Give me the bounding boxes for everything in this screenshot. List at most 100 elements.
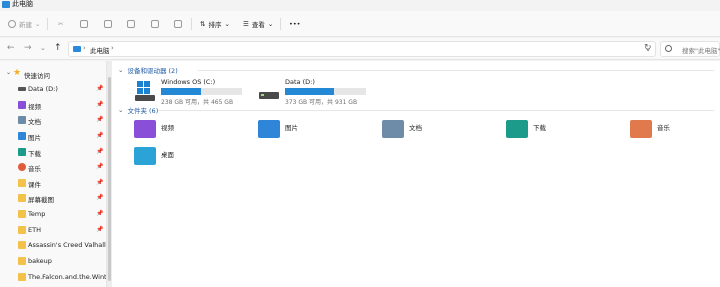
new-button[interactable]: 新建 ⌄	[8, 18, 40, 30]
back-button[interactable]: ←	[7, 43, 15, 54]
folders-header-label: 文件夹 (6)	[127, 107, 159, 115]
more-icon: •••	[289, 20, 301, 28]
this-pc-icon	[2, 1, 10, 8]
sort-button[interactable]: ⇅ 排序 ⌄	[200, 18, 230, 30]
pin-icon: 📌	[96, 148, 104, 155]
sidebar-item-label: The.Falcon.and.the.Winter.S	[28, 273, 107, 281]
up-button[interactable]: ↑	[54, 43, 62, 54]
chevron-right-icon: ›	[83, 44, 86, 52]
folder-icon	[18, 194, 26, 202]
this-pc-icon	[73, 46, 81, 52]
folder-desktop[interactable]: 桌面	[134, 147, 254, 171]
documents-folder-icon	[382, 120, 404, 138]
drive-space-info: 238 GB 可用，共 465 GB	[161, 99, 234, 106]
copy-icon	[80, 20, 88, 28]
view-label: 查看	[251, 21, 265, 29]
pin-icon: 📌	[96, 194, 104, 201]
folder-icon	[18, 257, 26, 265]
sidebar-item-label: ETH	[28, 226, 41, 234]
sidebar-item-label: 音乐	[28, 165, 41, 173]
chevron-down-icon[interactable]: ⌄	[6, 69, 11, 76]
sidebar-item-temp[interactable]: Temp 📌	[0, 207, 104, 221]
chevron-down-icon: ⌄	[224, 20, 230, 28]
folder-icon	[18, 179, 26, 187]
view-button[interactable]: ☰ 查看 ⌄	[243, 18, 273, 30]
address-bar[interactable]: › 此电脑 › ⌄	[68, 41, 656, 57]
chevron-down-icon[interactable]: ⌄	[118, 66, 123, 74]
refresh-button[interactable]: ↻	[644, 43, 652, 53]
share-button[interactable]	[151, 18, 159, 30]
pictures-folder-icon	[258, 120, 280, 138]
folder-name: 桌面	[161, 151, 174, 159]
recent-locations-button[interactable]: ⌄	[40, 43, 46, 54]
drive-icon	[259, 92, 279, 99]
downloads-folder-icon	[506, 120, 528, 138]
sidebar-item-downloads[interactable]: 下载 📌	[0, 145, 104, 159]
sidebar-item-data-d[interactable]: Data (D:) 📌	[0, 82, 104, 96]
sidebar-item-pictures[interactable]: 图片 📌	[0, 129, 104, 143]
folder-music[interactable]: 音乐	[630, 120, 720, 144]
folder-icon	[18, 241, 26, 249]
folder-icon	[18, 210, 26, 218]
pictures-icon	[18, 132, 26, 140]
sidebar-item-assassins-creed[interactable]: Assassin's Creed Valhalla	[0, 238, 107, 252]
address-row: ← → ⌄ ↑ › 此电脑 › ⌄ ↻ 搜索"此电脑"	[0, 38, 720, 60]
drive-name: Windows OS (C:)	[161, 78, 216, 86]
share-icon	[151, 20, 159, 28]
forward-button[interactable]: →	[24, 43, 32, 54]
devices-section-header[interactable]: ⌄ 设备和驱动器 (2)	[118, 65, 178, 75]
copy-button[interactable]	[80, 18, 88, 30]
sidebar-item-music[interactable]: 音乐 📌	[0, 160, 104, 174]
folder-videos[interactable]: 视频	[134, 120, 254, 144]
cut-icon: ✂	[58, 20, 64, 28]
sidebar-item-screenshots[interactable]: 屏幕截图 📌	[0, 191, 104, 205]
music-icon	[18, 163, 26, 171]
chevron-down-icon: ⌄	[35, 20, 41, 28]
pin-icon: 📌	[96, 179, 104, 186]
folder-name: 视频	[161, 124, 174, 132]
videos-icon	[18, 101, 26, 109]
delete-button[interactable]	[174, 18, 182, 30]
folder-name: 下载	[533, 124, 546, 132]
sidebar-item-label: Data (D:)	[28, 85, 58, 93]
folder-icon	[18, 226, 26, 234]
folder-downloads[interactable]: 下载	[506, 120, 626, 144]
sidebar-item-label: Assassin's Creed Valhalla	[28, 241, 107, 249]
drive-c[interactable]: Windows OS (C:) 238 GB 可用，共 465 GB	[134, 76, 254, 108]
chevron-down-icon[interactable]: ⌄	[118, 106, 123, 114]
pin-icon: 📌	[96, 116, 104, 123]
rename-icon	[127, 20, 135, 28]
drive-d[interactable]: Data (D:) 373 GB 可用，共 931 GB	[258, 76, 378, 108]
paste-button[interactable]	[104, 18, 112, 30]
folders-section-header[interactable]: ⌄ 文件夹 (6)	[118, 105, 158, 115]
plus-icon	[8, 20, 16, 28]
cut-button[interactable]: ✂	[58, 18, 63, 30]
breadcrumb[interactable]: 此电脑	[90, 45, 110, 55]
chevron-down-icon: ⌄	[267, 20, 274, 28]
folder-pictures[interactable]: 图片	[258, 120, 378, 144]
search-input[interactable]: 搜索"此电脑"	[660, 41, 720, 57]
sidebar-item-quick-access[interactable]: ⌄ ★ 快速访问	[0, 67, 104, 81]
rename-button[interactable]	[127, 18, 135, 30]
pin-icon: 📌	[96, 85, 104, 92]
drive-space-info: 373 GB 可用，共 931 GB	[285, 99, 358, 106]
desktop-folder-icon	[134, 147, 156, 165]
sidebar-item-falcon[interactable]: The.Falcon.and.the.Winter.S	[0, 270, 107, 284]
sidebar-item-videos[interactable]: 视频 📌	[0, 98, 104, 112]
more-button[interactable]: •••	[289, 18, 301, 30]
drive-usage-fill	[285, 88, 334, 95]
view-icon: ☰	[243, 20, 249, 28]
folder-name: 文档	[409, 124, 422, 132]
drive-icon	[18, 87, 26, 91]
folder-name: 图片	[285, 124, 298, 132]
sidebar-item-bakeup[interactable]: bakeup	[0, 254, 104, 268]
sidebar-item-documents[interactable]: 文档 📌	[0, 113, 104, 127]
sidebar-item-courseware[interactable]: 课件 📌	[0, 176, 104, 190]
chevron-right-icon[interactable]: ›	[111, 44, 114, 52]
sidebar-item-eth[interactable]: ETH 📌	[0, 223, 104, 237]
pin-icon: 📌	[96, 163, 104, 170]
scrollbar-thumb[interactable]	[108, 77, 111, 281]
folder-documents[interactable]: 文档	[382, 120, 502, 144]
sidebar-item-label: 课件	[28, 181, 41, 189]
documents-icon	[18, 116, 26, 124]
